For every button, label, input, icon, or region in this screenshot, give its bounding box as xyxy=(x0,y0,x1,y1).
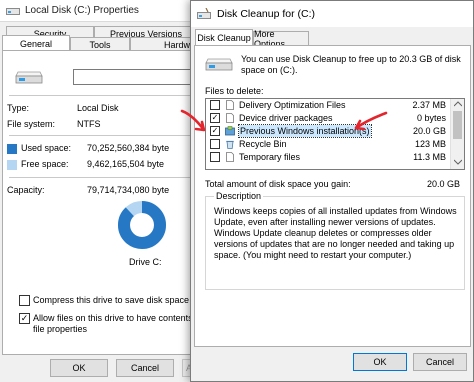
file-icon xyxy=(226,152,234,162)
properties-window-title: Local Disk (C:) Properties xyxy=(25,5,139,16)
tab-disk-cleanup[interactable]: Disk Cleanup xyxy=(195,29,253,46)
file-size: 123 MB xyxy=(414,139,446,149)
cleanup-cancel-button[interactable]: Cancel xyxy=(413,353,467,371)
allow-indexing-label: Allow files on this drive to have conten… xyxy=(33,313,203,323)
file-icon xyxy=(226,113,234,123)
donut-used-segment xyxy=(118,201,166,249)
total-gain-value: 20.0 GB xyxy=(426,179,460,189)
files-to-delete-label: Files to delete: xyxy=(205,86,264,96)
properties-title-bar[interactable]: Local Disk (C:) Properties xyxy=(0,0,200,22)
tab-more-options[interactable]: More Options xyxy=(253,29,309,49)
description-group: Description Windows keeps copies of all … xyxy=(205,191,465,290)
file-checkbox[interactable]: ✓ xyxy=(210,126,220,136)
disk-cleanup-tabs: Disk Cleanup More Options xyxy=(195,29,309,49)
divider xyxy=(9,177,201,178)
divider xyxy=(9,135,201,136)
file-size: 20.0 GB xyxy=(412,126,446,136)
disk-cleanup-icon xyxy=(197,8,211,19)
file-name: Recycle Bin xyxy=(239,139,287,149)
disk-cleanup-window-title: Disk Cleanup for (C:) xyxy=(217,8,316,20)
file-list-scrollbar[interactable] xyxy=(450,99,464,169)
free-space-value: 9,462,165,504 byte xyxy=(87,159,165,169)
capacity-value: 79,714,734,080 byte xyxy=(87,185,170,195)
file-size: 0 bytes xyxy=(416,113,446,123)
file-checkbox[interactable]: ✓ xyxy=(210,113,220,123)
file-system-value: NTFS xyxy=(77,119,101,129)
file-name: Delivery Optimization Files xyxy=(239,100,346,110)
disk-cleanup-title-bar[interactable]: Disk Cleanup for (C:) xyxy=(191,1,473,27)
cleanup-intro-line-1: You can use Disk Cleanup to free up to 2… xyxy=(241,54,461,64)
recycle-bin-icon xyxy=(226,140,234,149)
file-checkbox[interactable] xyxy=(210,152,220,162)
file-size: 11.3 MB xyxy=(413,152,446,162)
file-icon xyxy=(226,100,234,110)
file-size: 2.37 MB xyxy=(412,100,446,110)
checkmark-icon: ✓ xyxy=(211,113,219,122)
file-row-device-driver-packages[interactable]: ✓ Device driver packages 0 bytes xyxy=(206,112,450,124)
divider xyxy=(9,95,201,96)
windows-setup-icon xyxy=(225,126,235,136)
file-name: Temporary files xyxy=(239,152,301,162)
local-disk-properties-window: Local Disk (C:) Properties Security Prev… xyxy=(0,0,203,382)
file-row-previous-windows-installations[interactable]: ✓ Previous Windows installation(s) 20.0 … xyxy=(206,124,450,138)
total-gain-label: Total amount of disk space you gain: xyxy=(205,179,351,189)
files-to-delete-list[interactable]: Delivery Optimization Files 2.37 MB ✓ De… xyxy=(205,98,465,170)
file-row-recycle-bin[interactable]: Recycle Bin 123 MB xyxy=(206,138,450,150)
free-space-label: Free space: xyxy=(21,159,69,169)
file-system-label: File system: xyxy=(7,119,56,129)
used-space-label: Used space: xyxy=(21,143,72,153)
disk-cleanup-panel: You can use Disk Cleanup to free up to 2… xyxy=(194,45,471,347)
file-name: Device driver packages xyxy=(239,113,333,123)
compress-drive-checkbox[interactable] xyxy=(19,295,30,306)
drive-icon xyxy=(6,7,20,15)
used-space-swatch xyxy=(7,144,17,154)
type-label: Type: xyxy=(7,103,30,113)
drive-letter-label: Drive C: xyxy=(129,257,162,267)
properties-cancel-button[interactable]: Cancel xyxy=(116,359,174,377)
drive-cleanup-large-icon xyxy=(205,58,233,71)
file-name: Previous Windows installation(s) xyxy=(238,124,372,138)
allow-indexing-label-cont: file properties xyxy=(33,324,88,334)
scroll-thumb[interactable] xyxy=(453,111,462,139)
used-space-value: 70,252,560,384 byte xyxy=(87,143,170,153)
description-text: Windows keeps copies of all installed up… xyxy=(214,206,457,260)
drive-large-icon xyxy=(15,71,43,84)
cleanup-ok-button[interactable]: OK xyxy=(353,353,407,371)
general-tab-panel: Type: Local Disk File system: NTFS Used … xyxy=(2,50,203,355)
disk-usage-donut xyxy=(118,201,166,249)
file-row-delivery-optimization[interactable]: Delivery Optimization Files 2.37 MB xyxy=(206,99,450,111)
capacity-label: Capacity: xyxy=(7,185,45,195)
checkmark-icon: ✓ xyxy=(20,313,29,323)
properties-ok-button[interactable]: OK xyxy=(50,359,108,377)
free-space-swatch xyxy=(7,160,17,170)
file-row-temporary-files[interactable]: Temporary files 11.3 MB xyxy=(206,151,450,163)
disk-cleanup-window: Disk Cleanup for (C:) Disk Cleanup More … xyxy=(190,0,474,382)
scroll-up-arrow-icon[interactable] xyxy=(454,101,462,107)
drive-name-input[interactable] xyxy=(73,69,201,85)
scroll-down-arrow-icon[interactable] xyxy=(454,159,462,165)
allow-indexing-checkbox[interactable]: ✓ xyxy=(19,313,30,324)
file-checkbox[interactable] xyxy=(210,139,220,149)
description-legend: Description xyxy=(214,191,264,201)
cleanup-intro-line-2: space on (C:). xyxy=(241,65,298,75)
type-value: Local Disk xyxy=(77,103,119,113)
compress-drive-label: Compress this drive to save disk space xyxy=(33,295,190,305)
checkmark-icon: ✓ xyxy=(211,126,219,135)
file-checkbox[interactable] xyxy=(210,100,220,110)
